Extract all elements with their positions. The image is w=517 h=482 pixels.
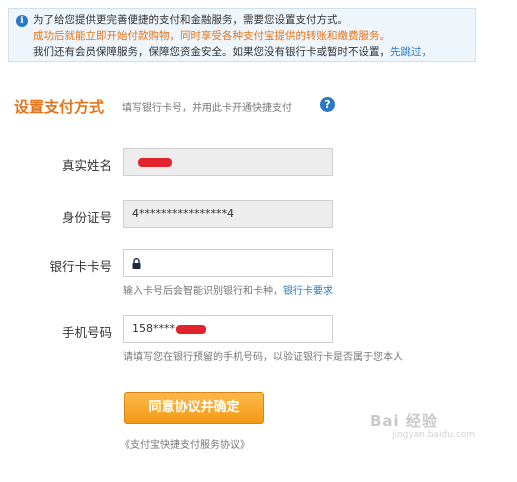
lock-icon bbox=[132, 258, 141, 269]
id-number-field: 4****************4 bbox=[123, 200, 333, 228]
notice-line-2: 成功后就能立即开始付款购物，同时享受各种支付宝提供的转账和缴费服务。 bbox=[33, 30, 390, 42]
watermark: Bai 经验 bbox=[370, 412, 438, 430]
phone-input[interactable]: 158**** bbox=[123, 315, 333, 343]
name-redaction bbox=[138, 157, 172, 167]
card-hint-text: 输入卡号后会智能识别银行和卡种， bbox=[123, 286, 283, 297]
name-label: 真实姓名 bbox=[61, 158, 112, 173]
card-hint: 输入卡号后会智能识别银行和卡种，银行卡要求 bbox=[123, 282, 333, 297]
card-number-input[interactable] bbox=[123, 249, 333, 277]
phone-label: 手机号码 bbox=[61, 325, 112, 340]
notice-line-1: 为了给您提供更完善便捷的支付和金融服务，需要您设置支付方式。 bbox=[33, 14, 348, 26]
card-label: 银行卡卡号 bbox=[49, 259, 112, 274]
skip-link[interactable]: 先跳过， bbox=[390, 46, 432, 58]
agree-submit-button[interactable]: 同意协议并确定 bbox=[124, 392, 264, 424]
info-icon: i bbox=[16, 15, 28, 27]
name-field bbox=[123, 148, 333, 176]
phone-value: 158**** bbox=[132, 322, 175, 335]
notice-line-3-text: 我们还有会员保障服务，保障您资金安全。如果您没有银行卡或暂时不设置， bbox=[33, 46, 390, 58]
card-requirements-link[interactable]: 银行卡要求 bbox=[283, 286, 333, 297]
phone-redaction bbox=[176, 324, 206, 334]
notice-line-3: 我们还有会员保障服务，保障您资金安全。如果您没有银行卡或暂时不设置，先跳过， bbox=[33, 44, 471, 60]
help-icon[interactable]: ? bbox=[320, 97, 335, 112]
watermark-sub: jingyan.baidu.com bbox=[392, 430, 476, 440]
phone-hint: 请填写您在银行预留的手机号码，以验证银行卡是否属于您本人 bbox=[123, 352, 403, 363]
notice-banner: i 为了给您提供更完善便捷的支付和金融服务，需要您设置支付方式。 成功后就能立即… bbox=[8, 8, 476, 62]
section-subtitle: 填写银行卡号，并用此卡开通快捷支付 bbox=[122, 103, 292, 114]
id-label: 身份证号 bbox=[61, 210, 112, 225]
agreement-link[interactable]: 《支付宝快捷支付服务协议》 bbox=[120, 436, 250, 451]
section-title: 设置支付方式 bbox=[14, 98, 105, 116]
